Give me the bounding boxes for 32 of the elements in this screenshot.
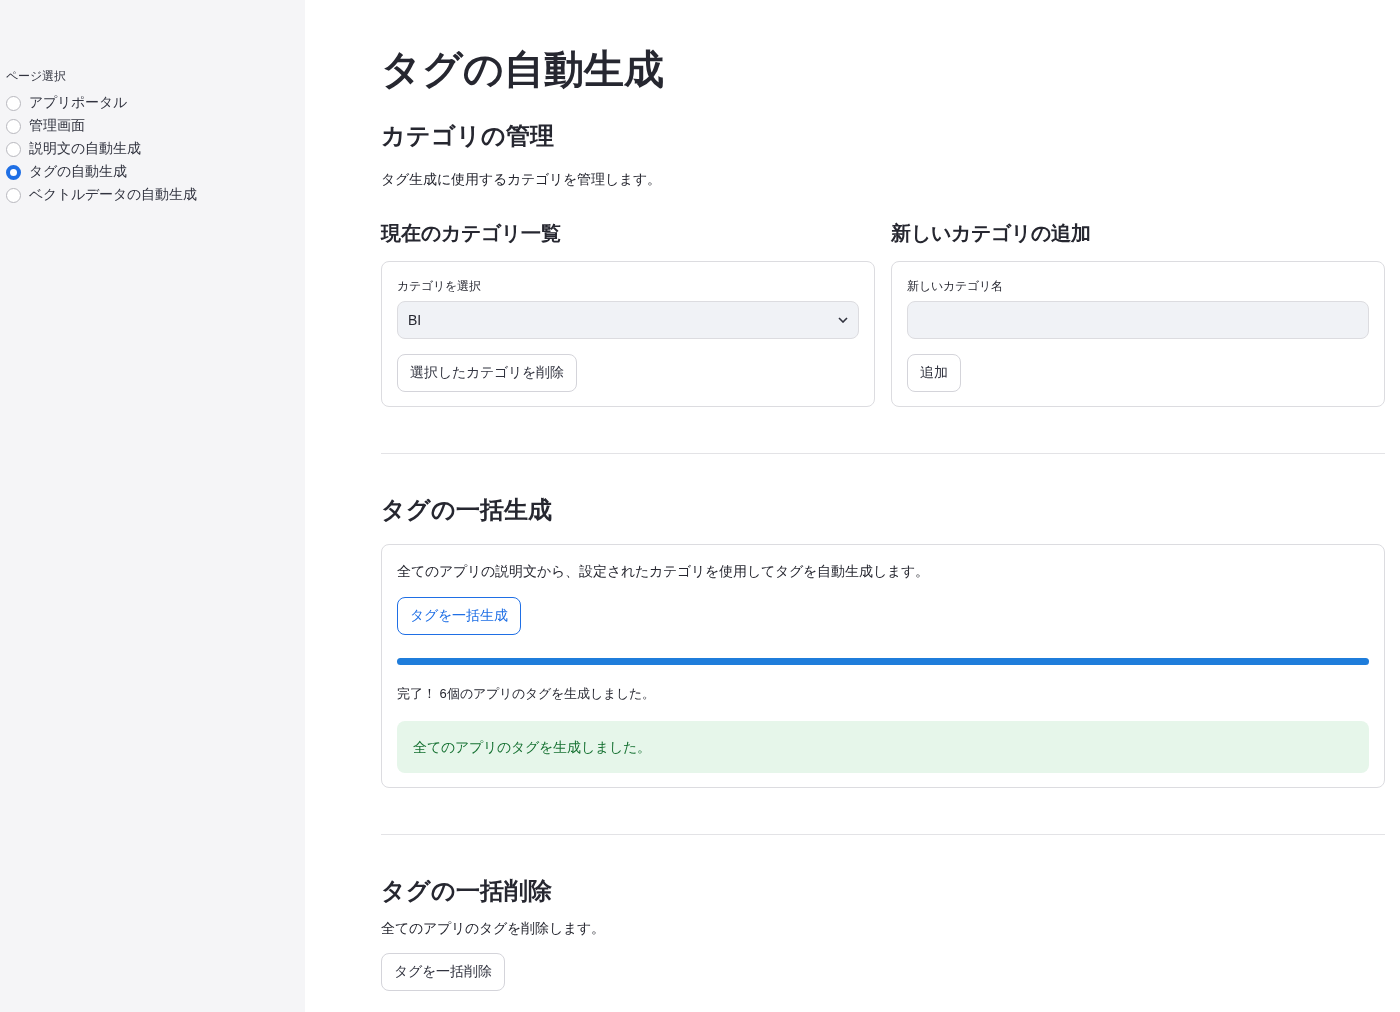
delete-tags-button[interactable]: タグを一括削除	[381, 953, 505, 991]
section-description: タグ生成に使用するカテゴリを管理します。	[381, 170, 661, 189]
radio-button[interactable]	[6, 95, 21, 111]
nav-option[interactable]: アプリポータル	[29, 94, 127, 112]
field-label: 新しいカテゴリ名	[907, 278, 1003, 295]
add-button[interactable]: 追加	[907, 354, 961, 392]
section-description: 全てのアプリのタグを削除します。	[381, 919, 605, 938]
delete-category-button[interactable]: 選択したカテゴリを削除	[397, 354, 577, 392]
dropdown-value: BI	[408, 312, 422, 328]
category-dropdown[interactable]: BI	[397, 301, 859, 339]
sidebar-label: ページ選択	[6, 68, 66, 85]
success-alert: 全てのアプリのタグを生成しました。	[397, 721, 1369, 773]
section-heading: タグの一括生成	[381, 495, 552, 525]
chevron-down-icon	[838, 317, 848, 323]
nav-option[interactable]: 説明文の自動生成	[29, 140, 141, 158]
radio-button[interactable]	[6, 187, 21, 203]
radio-button[interactable]	[6, 141, 21, 157]
field-label: カテゴリを選択	[397, 278, 481, 295]
subsection-heading: 現在のカテゴリ一覧	[381, 221, 561, 246]
page-title: タグの自動生成	[381, 46, 664, 93]
radio-button[interactable]	[6, 164, 21, 180]
card-description: 全てのアプリの説明文から、設定されたカテゴリを使用してタグを自動生成します。	[397, 562, 929, 581]
section-heading: タグの一括削除	[381, 876, 552, 906]
generate-tags-button[interactable]: タグを一括生成	[397, 597, 521, 635]
nav-option[interactable]: タグの自動生成	[29, 163, 127, 181]
progress-status: 完了！ 6個のアプリのタグを生成しました。	[397, 685, 655, 703]
section-heading: カテゴリの管理	[381, 121, 554, 151]
nav-option[interactable]: ベクトルデータの自動生成	[29, 186, 197, 204]
subsection-heading: 新しいカテゴリの追加	[891, 221, 1091, 246]
radio-button[interactable]	[6, 118, 21, 134]
category-name-field[interactable]	[907, 301, 1369, 339]
nav-option[interactable]: 管理画面	[29, 117, 85, 135]
